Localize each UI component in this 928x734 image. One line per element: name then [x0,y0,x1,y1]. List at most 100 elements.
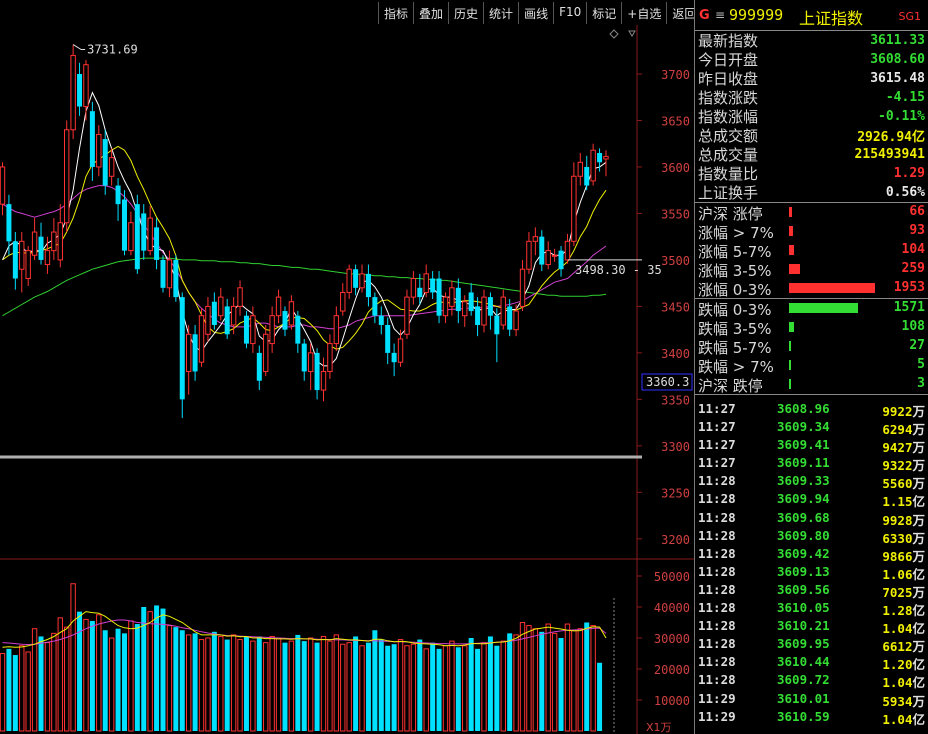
tick-time: 11:27 [698,437,736,453]
tick-price: 3608.96 [777,401,830,416]
candle-body [417,287,423,298]
volume-tick-label: 30000 [654,632,690,646]
volume-bar [0,653,6,732]
volume-bar [327,640,333,732]
breadth-value: 108 [901,319,925,334]
tick-price: 3609.33 [777,473,830,489]
candle-body [404,296,410,335]
tick-row: 11:28 3609.95 6612万 [695,636,928,654]
tick-row: 11:28 3609.68 9928万 [695,510,928,528]
price-tick-label: 3650 [661,114,690,128]
candle-body [282,311,288,330]
volume-tick-label: 50000 [654,570,690,584]
volume-bar [468,638,474,731]
volume-bar [436,648,442,731]
menu-icon[interactable]: ≡ [715,8,725,22]
tick-volume-unit: 亿 [912,494,925,510]
quote-value: 3608.60 [870,52,925,67]
breadth-value: 27 [909,338,925,353]
candle [442,292,449,324]
tick-volume-number: 5560 [882,476,913,492]
breadth-label: 跌幅 > 7% [698,358,774,376]
tick-time: 11:27 [698,419,736,435]
candle-body [346,268,352,293]
candle-body [500,296,506,326]
volume-bar [423,648,429,732]
volume-bar [494,645,500,731]
tick-volume-number: 6330 [882,530,913,546]
breadth-bar [789,303,859,313]
candle-body [462,301,468,317]
price-tick-label: 3200 [661,533,690,547]
tick-list[interactable]: 11:27 3608.96 9922万 11:27 3609.34 6294万 11:27 3… [695,401,928,727]
tick-row: 11:28 3609.42 9866万 [695,546,928,564]
breadth-label: 涨幅 3-5% [698,262,772,280]
quote-label: 上证换手 [698,184,759,202]
breadth-label: 沪深 涨停 [698,205,763,223]
candle [128,211,134,256]
candle [269,306,275,353]
tick-time: 11:27 [698,401,736,416]
candle-body [590,149,596,182]
quote-label: 最新指数 [698,32,759,50]
quote-row: 今日开盘 3608.60 [695,50,928,69]
candle-body [564,240,571,261]
toolbar-button-6[interactable]: 标记 [586,2,621,24]
quote-value: 2926.94亿 [857,130,925,145]
candle [25,245,31,286]
candle [353,264,359,296]
volume-bar [410,643,417,732]
candle [365,264,371,307]
tick-row: 11:28 3610.21 1.04亿 [695,618,928,636]
candle [230,297,237,335]
volume-bar [160,608,166,731]
toolbar-button-5[interactable]: F10 [553,2,586,24]
quote-row: 指数涨幅 -0.11% [695,107,928,126]
quote-value: -4.15 [885,90,925,105]
candle-body [378,315,384,325]
group-flag[interactable]: G [699,8,710,23]
breadth-row: 涨幅 0-3% 1953 [695,279,928,299]
volume-bar [320,635,327,732]
price-tick-label: 3250 [661,486,690,500]
kline-chart[interactable]: 3700 3650 3600 3550 3500 3450 3400 3350 3300 3250… [0,0,694,734]
volume-bar [314,642,320,731]
candle-body [359,273,365,289]
candle [31,218,38,260]
volume-bar [25,651,31,732]
toolbar-button-2[interactable]: 历史 [448,2,483,24]
breadth-row: 跌幅 3-5% 108 [695,318,928,338]
candlestick-series [0,44,609,418]
breadth-value: 1953 [893,280,925,295]
candle-body [31,231,38,256]
candle [545,241,551,270]
candle [211,292,217,330]
volume-bar [539,631,545,731]
tick-row: 11:29 3610.59 1.04亿 [695,709,928,727]
candle-body [519,268,526,307]
toolbar-button-1[interactable]: 叠加 [413,2,448,24]
volume-bar [243,636,249,731]
tick-price: 3609.72 [777,672,830,688]
quote-row: 上证换手 0.56% [695,183,928,202]
toolbar-button-4[interactable]: 画线 [518,2,553,24]
tick-price: 3609.95 [777,636,830,652]
candle [77,62,83,116]
candle-body [301,343,307,372]
volume-bar [185,634,192,732]
candle [481,289,487,333]
candle [327,334,333,379]
price-tick-label: 3700 [661,68,690,82]
candle-body [545,250,551,266]
tick-volume-unit: 万 [912,440,925,456]
tick-volume-unit: 万 [912,584,925,600]
candle-body [603,155,609,160]
tick-row: 11:27 3609.11 9322万 [695,455,928,473]
tick-time: 11:28 [698,672,736,688]
toolbar-button-0[interactable]: 指标 [378,2,413,24]
toolbar-button-3[interactable]: 统计 [483,2,518,24]
toolbar-button-7[interactable]: +自选 [621,2,666,24]
candle [243,311,249,349]
candle-body [494,315,500,335]
candle-body [314,352,320,391]
